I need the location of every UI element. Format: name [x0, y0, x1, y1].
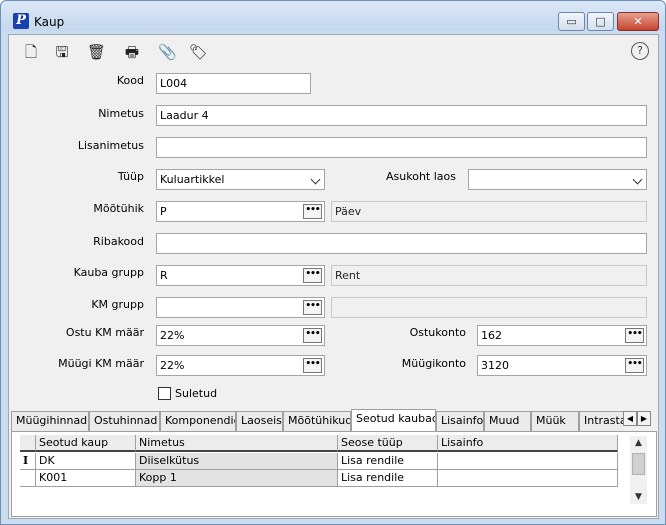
help-icon[interactable]: ?: [631, 42, 649, 60]
chevron-down-icon: [632, 174, 643, 185]
scrollbar-thumb[interactable]: [632, 453, 645, 475]
tab-myygihinnad[interactable]: Müügihinnad: [11, 411, 89, 431]
mootyhik-lookup-button[interactable]: •••: [303, 204, 322, 219]
column-header-lisainfo[interactable]: Lisainfo: [438, 435, 618, 452]
tab-komponendid[interactable]: Komponendid: [160, 411, 236, 431]
delete-icon[interactable]: 🗑: [87, 43, 106, 61]
kmgrupp-name-field: [331, 297, 647, 318]
ostukm-input[interactable]: 22% •••: [156, 325, 325, 346]
kmgrupp-lookup-button[interactable]: •••: [303, 300, 322, 315]
myygikonto-label: Müügikonto: [401, 357, 466, 370]
print-icon[interactable]: 🖶: [123, 43, 141, 61]
ostukonto-value: 162: [481, 329, 502, 342]
kmgrupp-label: KM grupp: [91, 298, 144, 311]
table-cell[interactable]: Lisa rendile: [338, 470, 438, 487]
myygikm-input[interactable]: 22% •••: [156, 355, 325, 376]
app-logo-icon: P: [13, 13, 29, 29]
asukoht-select[interactable]: [468, 169, 647, 190]
ribakood-input[interactable]: [156, 233, 647, 254]
attachment-icon[interactable]: 📎: [158, 43, 177, 61]
grid-corner: [20, 435, 36, 452]
tab-myyk[interactable]: Müük: [531, 411, 579, 431]
table-cell[interactable]: Diiselkütus: [136, 453, 338, 470]
tyyp-selected-value: Kuluartikkel: [160, 173, 225, 186]
tab-scroll-left-button[interactable]: ◀: [623, 411, 637, 426]
mootyhik-input[interactable]: P •••: [156, 201, 325, 222]
ostukonto-input[interactable]: 162 •••: [477, 325, 647, 346]
title-bar[interactable]: P Kaup ▭ □ ✕: [1, 1, 665, 31]
kaubagrupp-name-field: Rent: [331, 265, 647, 286]
table-cell[interactable]: Kopp 1: [136, 470, 338, 487]
close-button[interactable]: ✕: [617, 12, 659, 31]
asukoht-label: Asukoht laos: [386, 170, 456, 183]
tab-strip: Müügihinnad Ostuhinnad Komponendid Laose…: [11, 409, 623, 431]
tag-icon[interactable]: 🏷: [189, 43, 208, 61]
table-cell[interactable]: DK: [36, 453, 136, 470]
tab-intrastat[interactable]: Intrastat: [579, 411, 623, 431]
tab-mootyhikud[interactable]: Mõõtühikud: [283, 411, 351, 431]
tab-scroll-right-button[interactable]: ▶: [637, 411, 651, 426]
tab-laoseis[interactable]: Laoseis: [236, 411, 283, 431]
column-header-seose-tyyp[interactable]: Seose tüüp: [338, 435, 438, 452]
chevron-down-icon: [310, 174, 321, 185]
ostukonto-label: Ostukonto: [409, 326, 466, 339]
table-cell[interactable]: [438, 453, 618, 470]
maximize-button[interactable]: □: [587, 12, 614, 31]
column-header-nimetus[interactable]: Nimetus: [136, 435, 338, 452]
tab-ostuhinnad[interactable]: Ostuhinnad: [89, 411, 160, 431]
mootyhik-label: Mõõtühik: [93, 202, 144, 215]
table-cell[interactable]: [438, 470, 618, 487]
kood-input[interactable]: L004: [156, 73, 311, 94]
myygikonto-lookup-button[interactable]: •••: [625, 358, 644, 373]
kaubagrupp-input[interactable]: R •••: [156, 265, 325, 286]
tab-lisainfo[interactable]: Lisainfo: [436, 411, 484, 431]
scroll-down-icon[interactable]: ▼: [630, 490, 647, 504]
myygikm-lookup-button[interactable]: •••: [303, 358, 322, 373]
tab-muud[interactable]: Muud: [484, 411, 531, 431]
lisanimetus-label: Lisanimetus: [77, 139, 144, 152]
form-client-area: 🗋 🖫 🗑 🖶 📎 🏷 ? Kood L004 Nimetus Laadur 4…: [8, 34, 659, 519]
row-selector[interactable]: [20, 470, 36, 487]
myygikm-label: Müügi KM määr: [58, 357, 144, 370]
kaubagrupp-label: Kauba grupp: [73, 266, 144, 279]
seotud-kaubad-panel: Seotud kaup Nimetus Seose tüüp Lisainfo …: [11, 431, 657, 517]
kmgrupp-input[interactable]: •••: [156, 297, 325, 318]
ribakood-label: Ribakood: [93, 235, 144, 248]
ostukm-value: 22%: [160, 329, 185, 342]
table-cell[interactable]: Lisa rendile: [338, 453, 438, 470]
row-indicator[interactable]: I: [20, 453, 36, 470]
new-document-icon[interactable]: 🗋: [22, 43, 40, 61]
grid-vertical-scrollbar[interactable]: ▲ ▼: [630, 436, 647, 504]
app-window: P Kaup ▭ □ ✕ 🗋 🖫 🗑 🖶 📎 🏷 ? Kood L004 Nim…: [0, 0, 666, 525]
myygikm-value: 22%: [160, 359, 185, 372]
minimize-button[interactable]: ▭: [558, 12, 585, 31]
tyyp-select[interactable]: Kuluartikkel: [156, 169, 325, 190]
kaubagrupp-code: R: [160, 269, 168, 282]
myygikonto-input[interactable]: 3120 •••: [477, 355, 647, 376]
column-header-seotud-kaup[interactable]: Seotud kaup: [36, 435, 136, 452]
table-cell[interactable]: K001: [36, 470, 136, 487]
kood-label: Kood: [116, 74, 144, 87]
nimetus-label: Nimetus: [98, 107, 144, 120]
ostukm-lookup-button[interactable]: •••: [303, 328, 322, 343]
kaubagrupp-lookup-button[interactable]: •••: [303, 268, 322, 283]
related-items-grid: Seotud kaup Nimetus Seose tüüp Lisainfo …: [20, 435, 618, 487]
scroll-up-icon[interactable]: ▲: [630, 436, 647, 450]
ostukm-label: Ostu KM määr: [65, 326, 144, 339]
tyyp-label: Tüüp: [117, 170, 144, 183]
mootyhik-code: P: [160, 205, 167, 218]
tab-seotud-kaubad[interactable]: Seotud kaubad: [351, 409, 436, 431]
lisanimetus-input[interactable]: [156, 137, 647, 158]
ostukonto-lookup-button[interactable]: •••: [625, 328, 644, 343]
nimetus-input[interactable]: Laadur 4: [156, 105, 647, 126]
suletud-checkbox[interactable]: [158, 387, 171, 400]
window-title: Kaup: [34, 15, 65, 29]
suletud-label: Suletud: [175, 387, 218, 400]
save-icon[interactable]: 🖫: [53, 43, 71, 61]
mootyhik-name-field: Päev: [331, 201, 647, 222]
myygikonto-value: 3120: [481, 359, 509, 372]
